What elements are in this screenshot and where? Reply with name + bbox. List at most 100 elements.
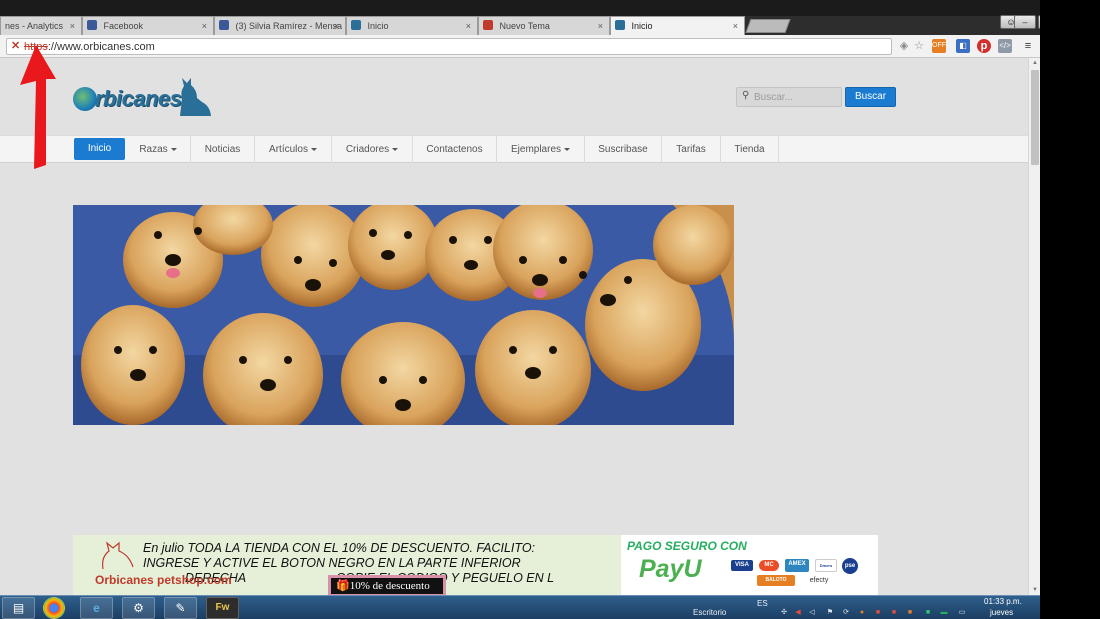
close-icon[interactable]: × [466,17,471,35]
tab-nuevo-tema[interactable]: Nuevo Tema × [478,16,610,35]
chrome-icon[interactable] [43,597,65,619]
close-icon[interactable]: × [70,17,75,35]
tab-analytics[interactable]: nes - Analytics × [0,16,82,35]
volume-icon[interactable]: ◁ [808,609,816,617]
control-panel-icon[interactable]: ⚙ [122,597,155,619]
tab-title: Inicio [367,21,389,31]
tab-inicio-active[interactable]: Inicio × [610,16,745,35]
nav-label: Tienda [734,144,765,155]
nav-item-ejemplares[interactable]: Ejemplares [497,136,585,163]
windows-taskbar: ▤ e ⚙ ✎ Fw Escritorio ES ✣ ◀ ◁ ⚑ ⟳ ● ■ ■… [0,595,1040,619]
close-icon[interactable]: × [202,17,207,35]
caret-down-icon [564,148,571,151]
alert-icon[interactable]: ◀ [794,609,802,617]
tab-facebook-messages[interactable]: (3) Silvia Ramírez - Mensa × [214,16,346,35]
caret-down-icon [310,148,317,151]
visa-icon: VISA [731,560,753,571]
language-indicator[interactable]: ES [757,599,768,608]
nav-label: Criadores [345,144,390,155]
caret-down-icon [170,148,177,151]
tab-title: Nuevo Tema [499,21,550,31]
nav-label: Tarifas [676,144,706,155]
nav-label: Ejemplares [510,144,562,155]
facebook-icon [87,20,97,30]
close-icon[interactable]: × [598,17,603,35]
facebook-icon [219,20,229,30]
nav-label: Noticias [204,144,241,155]
search-input[interactable] [754,90,839,104]
tray-app-icon[interactable]: ■ [890,609,898,617]
payu-logo: PayU [639,555,702,583]
antivirus-icon[interactable]: ■ [874,609,882,617]
payment-title: PAGO SEGURO CON [627,539,747,553]
extension-icon[interactable]: ◧ [956,39,970,53]
clock-day[interactable]: jueves [990,608,1013,617]
baloto-icon: BALOTO [757,575,795,586]
dog-favicon-icon [615,20,625,30]
close-icon[interactable]: × [334,17,339,35]
tab-inicio[interactable]: Inicio × [346,16,478,35]
close-icon[interactable]: × [733,17,738,35]
search-icon: ⚲ [742,90,750,101]
notepad-icon[interactable]: ✎ [164,597,197,619]
file-explorer-icon[interactable]: ▤ [2,597,35,619]
sync-icon[interactable]: ⟳ [842,609,850,617]
internet-explorer-icon[interactable]: e [80,597,113,619]
page-viewport: rbicanes ⚲ Buscar Inicio Razas Noticias … [0,58,1028,595]
menu-icon[interactable]: ≡ [1021,39,1035,53]
nav-item-inicio[interactable]: Inicio [74,138,125,160]
logo-text: rbicanes [95,86,182,111]
tray-app-icon[interactable]: ■ [924,609,932,617]
scroll-thumb[interactable] [1031,70,1039,165]
desktop-toolbar-label[interactable]: Escritorio [693,608,726,617]
pse-icon: pse [842,558,858,574]
nav-item-noticias[interactable]: Noticias [191,136,255,163]
tab-title: Inicio [631,21,653,31]
app-tray-icon[interactable]: ● [858,609,866,617]
nav-item-criadores[interactable]: Criadores [332,136,413,163]
screen-margin [1040,0,1100,619]
payment-banner[interactable]: PAGO SEGURO CON PayU VISA MC AMEX Diners… [621,535,878,595]
dog-favicon-icon [351,20,361,30]
search-button[interactable]: Buscar [845,87,896,107]
page-scrollbar[interactable]: ▲ ▼ [1028,58,1040,595]
gift-icon: 🎁 [336,580,350,592]
discount-popup-button[interactable]: 🎁10% de descuento [328,575,446,595]
code-extension-icon[interactable]: </> [998,39,1012,53]
nav-item-articulos[interactable]: Artículos [255,136,332,163]
dog-silhouette-icon [180,78,211,116]
main-nav: Inicio Razas Noticias Artículos Criadore… [0,135,1028,163]
nav-item-tarifas[interactable]: Tarifas [662,136,721,163]
forum-favicon-icon [483,20,493,30]
shield-icon[interactable]: ◈ [897,39,911,53]
hero-puppies-image[interactable] [73,205,734,425]
tray-app-icon[interactable]: ■ [906,609,914,617]
new-tab-button[interactable] [745,19,791,33]
monitor-icon[interactable]: ▭ [958,609,966,617]
pinterest-icon[interactable]: p [977,39,991,53]
diners-club-icon: Diners Club [815,559,837,579]
nav-item-tienda[interactable]: Tienda [721,136,779,163]
promo-line-1: En julio TODA LA TIENDA CON EL 10% DE DE… [143,541,536,555]
discount-label: 10% de descuento [349,580,430,592]
search-box: ⚲ [736,87,842,107]
minimize-button[interactable]: – [1014,15,1036,29]
site-logo[interactable]: rbicanes [73,72,218,118]
nav-label: Inicio [87,143,112,154]
coupon-extension-icon[interactable]: OFF [932,39,946,53]
nav-item-suscribase[interactable]: Suscribase [585,136,662,163]
caret-down-icon [392,148,399,151]
tab-title: Facebook [103,21,144,31]
bookmark-star-icon[interactable]: ☆ [912,39,926,53]
network-icon[interactable]: ✣ [780,609,788,617]
flag-icon[interactable]: ⚑ [826,609,834,617]
fireworks-icon[interactable]: Fw [206,597,239,619]
nav-item-razas[interactable]: Razas [126,136,191,163]
battery-icon[interactable]: ▬ [940,609,948,617]
address-bar[interactable]: ✕ https://www.orbicanes.com [6,38,892,55]
tab-facebook[interactable]: Facebook × [82,16,214,35]
nav-item-contactenos[interactable]: Contactenos [413,136,497,163]
nav-label: Suscribase [598,144,648,155]
clock-time[interactable]: 01:33 p.m. [984,597,1022,606]
dog-outline-icon [102,541,134,570]
